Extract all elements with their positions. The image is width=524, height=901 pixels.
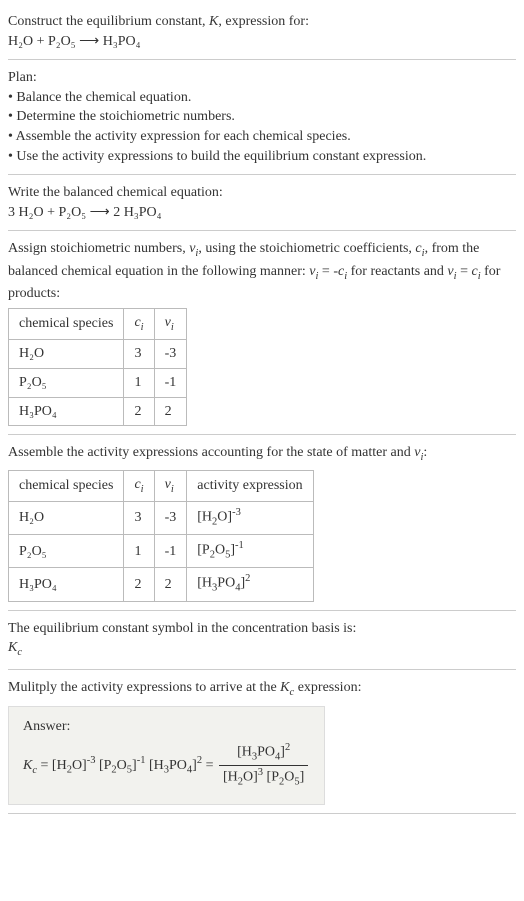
table-row: P₂O₅ 1 -1 [P2O5]-1 xyxy=(9,535,314,568)
table-header-row: chemical species ci νi xyxy=(9,308,187,339)
table-row: H₃PO₄ 2 2 [H3PO4]2 xyxy=(9,568,314,601)
symbol-value: Kc xyxy=(8,638,516,660)
activity-expr: [H2O]-3 xyxy=(187,502,313,535)
col-vi: νi xyxy=(154,308,187,339)
table-header-row: chemical species ci νi activity expressi… xyxy=(9,470,314,501)
balanced-equation: 3 H₂O + P₂O₅ ⟶ 2 H₃PO₄ xyxy=(8,203,516,223)
plan-bullet: • Use the activity expressions to build … xyxy=(8,147,516,167)
activity-section: Assemble the activity expressions accoun… xyxy=(8,435,516,610)
intro-text: Construct the equilibrium constant, K, e… xyxy=(8,12,516,32)
table-row: P₂O₅ 1 -1 xyxy=(9,368,187,397)
plan-bullet: • Determine the stoichiometric numbers. xyxy=(8,107,516,127)
stoich-table: chemical species ci νi H₂O 3 -3 P₂O₅ 1 -… xyxy=(8,308,187,426)
plan-section: Plan: • Balance the chemical equation. •… xyxy=(8,60,516,175)
answer-equation: Kc = [H2O]-3 [P2O5]-1 [H3PO4]2 = [H3PO4]… xyxy=(23,741,310,790)
answer-label: Answer: xyxy=(23,717,310,737)
col-ci: ci xyxy=(124,308,154,339)
stoich-text: Assign stoichiometric numbers, νi, using… xyxy=(8,239,516,304)
table-row: H₃PO₄ 2 2 xyxy=(9,397,187,426)
stoich-section: Assign stoichiometric numbers, νi, using… xyxy=(8,231,516,435)
symbol-text: The equilibrium constant symbol in the c… xyxy=(8,619,516,639)
col-species: chemical species xyxy=(9,308,124,339)
balanced-section: Write the balanced chemical equation: 3 … xyxy=(8,175,516,231)
table-row: H₂O 3 -3 xyxy=(9,340,187,369)
plan-header: Plan: xyxy=(8,68,516,88)
plan-bullet: • Assemble the activity expression for e… xyxy=(8,127,516,147)
activity-expr: [P2O5]-1 xyxy=(187,535,313,568)
plan-bullet: • Balance the chemical equation. xyxy=(8,88,516,108)
col-species: chemical species xyxy=(9,470,124,501)
multiply-section: Mulitply the activity expressions to arr… xyxy=(8,670,516,814)
activity-expr: [H3PO4]2 xyxy=(187,568,313,601)
intro-section: Construct the equilibrium constant, K, e… xyxy=(8,4,516,60)
activity-table: chemical species ci νi activity expressi… xyxy=(8,470,314,602)
table-row: H₂O 3 -3 [H2O]-3 xyxy=(9,502,314,535)
answer-box: Answer: Kc = [H2O]-3 [P2O5]-1 [H3PO4]2 =… xyxy=(8,706,325,805)
col-vi: νi xyxy=(154,470,187,501)
col-activity: activity expression xyxy=(187,470,313,501)
activity-text: Assemble the activity expressions accoun… xyxy=(8,443,516,465)
col-ci: ci xyxy=(124,470,154,501)
balanced-header: Write the balanced chemical equation: xyxy=(8,183,516,203)
multiply-text: Mulitply the activity expressions to arr… xyxy=(8,678,516,700)
unbalanced-equation: H₂O + P₂O₅ ⟶ H₃PO₄ xyxy=(8,32,516,52)
symbol-section: The equilibrium constant symbol in the c… xyxy=(8,611,516,670)
